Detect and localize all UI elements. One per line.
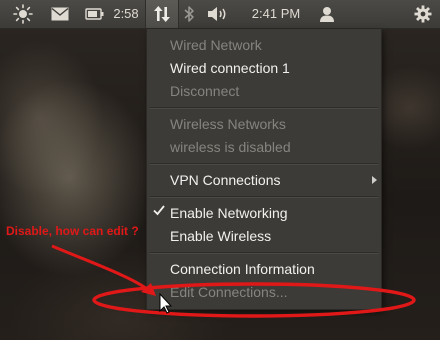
annotation-ellipse: [92, 282, 416, 318]
annotation-text: Disable, how can edit ?: [6, 224, 139, 238]
annotation-overlay: [51, 244, 416, 318]
annotation-arrow: [51, 244, 151, 293]
mouse-pointer-icon: [159, 292, 173, 314]
